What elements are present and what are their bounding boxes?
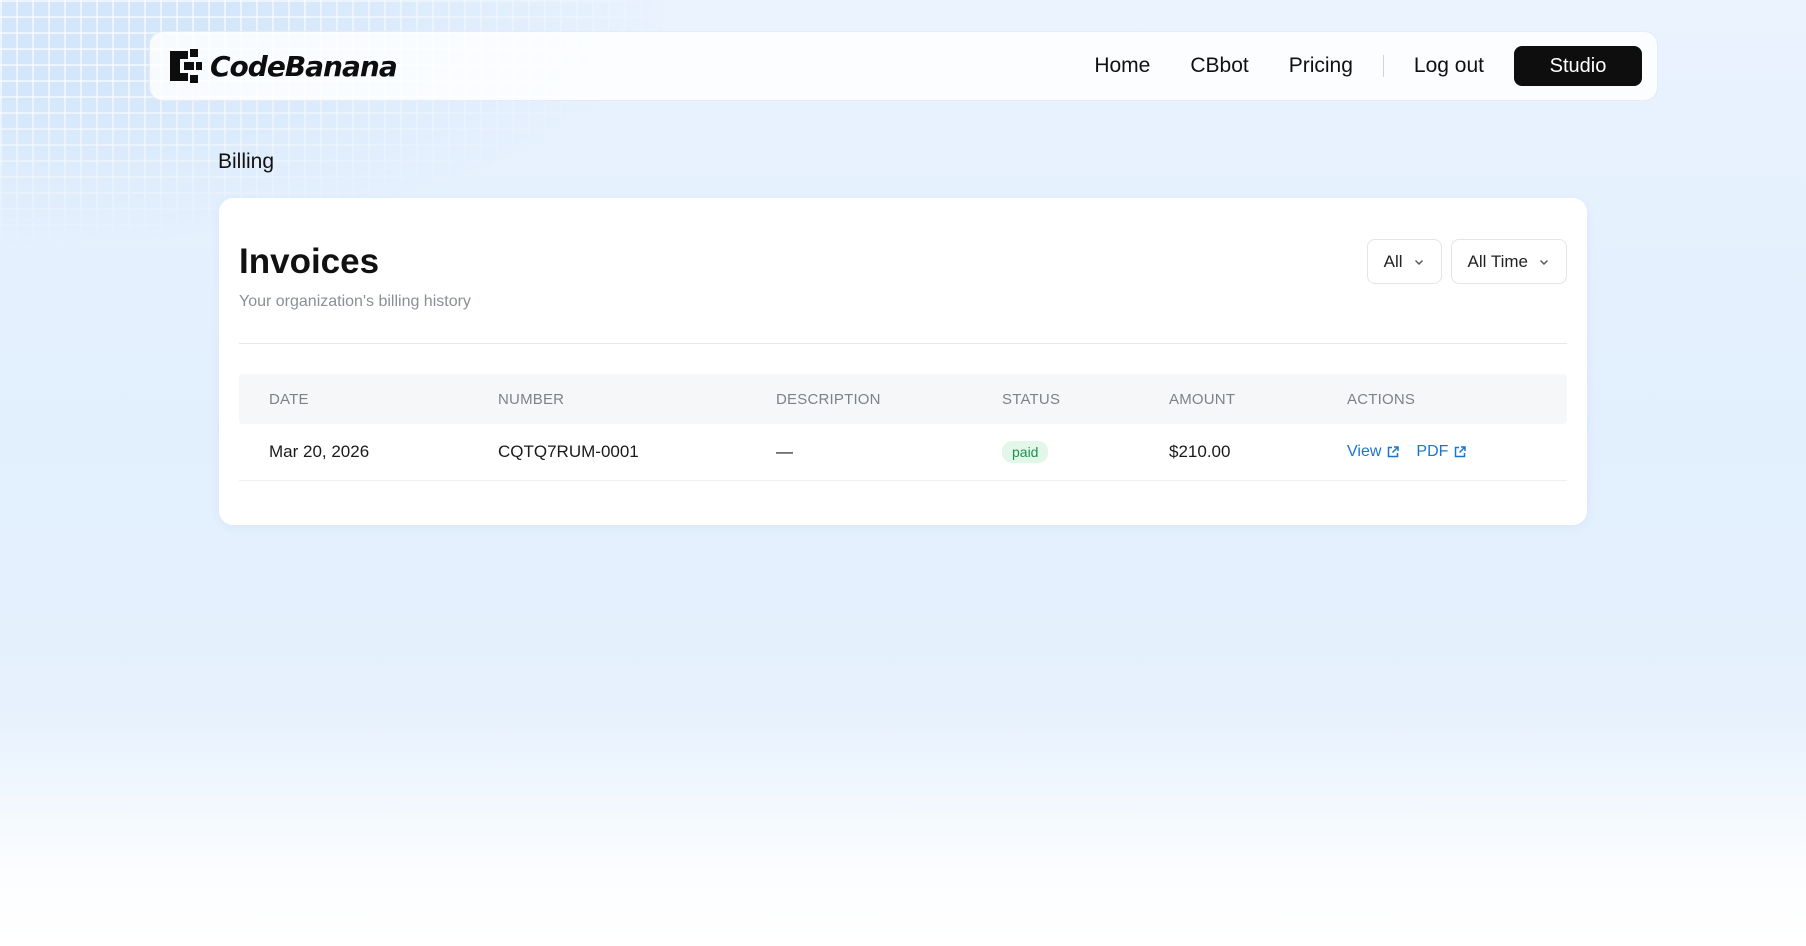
top-navbar: CodeBanana Home CBbot Pricing Log out St… xyxy=(149,31,1658,101)
external-link-icon xyxy=(1455,446,1467,458)
pdf-invoice-link[interactable]: PDF xyxy=(1416,443,1467,461)
column-header-date: DATE xyxy=(269,390,309,408)
invoices-table: DATE NUMBER DESCRIPTION STATUS AMOUNT AC… xyxy=(239,374,1567,481)
invoices-subtitle: Your organization's billing history xyxy=(239,293,471,310)
brand-logo[interactable]: CodeBanana xyxy=(164,45,398,87)
chevron-down-icon xyxy=(1414,259,1423,265)
invoice-number: CQTQ7RUM-0001 xyxy=(498,442,639,461)
table-row: Mar 20, 2026 CQTQ7RUM-0001 — paid $210.0… xyxy=(239,424,1567,481)
view-link-label: View xyxy=(1347,443,1382,460)
card-divider xyxy=(239,343,1567,344)
nav-pricing-link[interactable]: Pricing xyxy=(1269,54,1373,78)
studio-button[interactable]: Studio xyxy=(1514,46,1642,86)
invoice-amount: $210.00 xyxy=(1169,442,1231,461)
chevron-down-icon xyxy=(1540,259,1548,265)
status-filter-value: All xyxy=(1383,251,1403,271)
invoice-date: Mar 20, 2026 xyxy=(269,442,370,461)
invoice-filters: All All Time xyxy=(1366,239,1567,284)
pdf-link-label: PDF xyxy=(1416,443,1449,460)
nav-home-link[interactable]: Home xyxy=(1074,54,1170,78)
table-header: DATE NUMBER DESCRIPTION STATUS AMOUNT AC… xyxy=(239,374,1567,424)
status-filter-select[interactable]: All xyxy=(1366,239,1442,284)
invoice-status-cell: paid xyxy=(1002,424,1049,480)
brand-name: CodeBanana xyxy=(210,49,398,83)
invoices-title: Invoices xyxy=(239,242,380,281)
codebanana-logo-icon xyxy=(170,49,202,83)
column-header-status: STATUS xyxy=(1002,390,1061,408)
external-link-icon xyxy=(1388,446,1400,458)
invoices-card: Invoices Your organization's billing his… xyxy=(219,198,1587,525)
period-filter-value: All Time xyxy=(1467,251,1528,271)
column-header-actions: ACTIONS xyxy=(1347,390,1416,408)
nav-divider xyxy=(1382,55,1384,77)
view-invoice-link[interactable]: View xyxy=(1347,443,1400,461)
logout-link[interactable]: Log out xyxy=(1394,54,1504,78)
column-header-number: NUMBER xyxy=(498,390,565,408)
page-section-title: Billing xyxy=(218,150,275,173)
nav-cbbot-link[interactable]: CBbot xyxy=(1170,54,1268,78)
period-filter-select[interactable]: All Time xyxy=(1450,239,1567,284)
invoice-actions: View PDF xyxy=(1347,424,1467,480)
column-header-description: DESCRIPTION xyxy=(776,390,881,408)
column-header-amount: AMOUNT xyxy=(1169,390,1236,408)
invoice-description: — xyxy=(776,442,793,461)
nav-links: Home CBbot Pricing Log out Studio xyxy=(1074,46,1642,86)
status-badge: paid xyxy=(1002,441,1049,463)
